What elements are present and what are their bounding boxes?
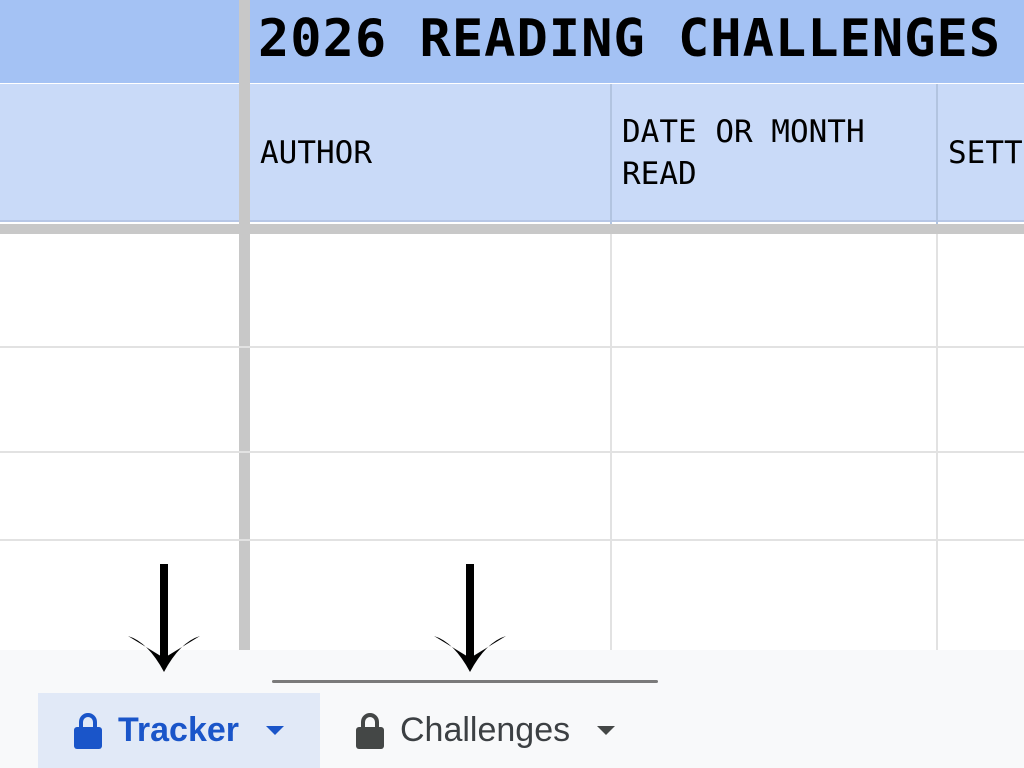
table-cell[interactable] [612, 541, 936, 650]
column-header-setting: SETT [948, 135, 1023, 171]
tab-challenges[interactable]: Challenges [338, 693, 658, 768]
lock-icon [356, 712, 384, 749]
horizontal-scrollbar[interactable] [272, 680, 658, 683]
header-cell-setting[interactable]: SETT [938, 84, 1024, 222]
caret-down-icon[interactable] [596, 725, 616, 737]
table-cell[interactable] [612, 453, 936, 539]
down-arrow-icon [128, 564, 200, 672]
frozen-row-divider[interactable] [0, 224, 1024, 234]
table-cell[interactable] [250, 234, 610, 346]
table-cell[interactable] [0, 234, 239, 346]
frozen-column-divider[interactable] [239, 0, 250, 690]
title-frozen-cell[interactable] [0, 0, 239, 83]
down-arrow-icon [434, 564, 506, 672]
sheet-title: 2026 READING CHALLENGES [258, 9, 1002, 69]
table-cell[interactable] [938, 541, 1024, 650]
table-cell[interactable] [938, 453, 1024, 539]
column-header-author: AUTHOR [260, 135, 372, 171]
caret-down-icon[interactable] [265, 725, 285, 737]
tab-label: Challenges [400, 711, 571, 749]
header-cell-frozen[interactable] [0, 84, 239, 222]
table-cell[interactable] [0, 541, 239, 650]
table-cell[interactable] [250, 541, 610, 650]
table-cell[interactable] [0, 348, 239, 451]
table-cell[interactable] [612, 234, 936, 346]
table-cell[interactable] [938, 348, 1024, 451]
tab-tracker[interactable]: Tracker [38, 693, 320, 768]
lock-icon [74, 712, 102, 749]
table-cell[interactable] [250, 453, 610, 539]
table-cell[interactable] [0, 453, 239, 539]
header-cell-author[interactable]: AUTHOR [250, 84, 610, 222]
table-cell[interactable] [938, 234, 1024, 346]
title-cell[interactable]: 2026 READING CHALLENGES [250, 0, 1024, 83]
table-cell[interactable] [250, 348, 610, 451]
column-header-date: DATE OR MONTH READ [622, 114, 865, 192]
header-cell-date[interactable]: DATE OR MONTH READ [612, 84, 936, 222]
table-cell[interactable] [612, 348, 936, 451]
tab-label: Tracker [118, 711, 239, 749]
